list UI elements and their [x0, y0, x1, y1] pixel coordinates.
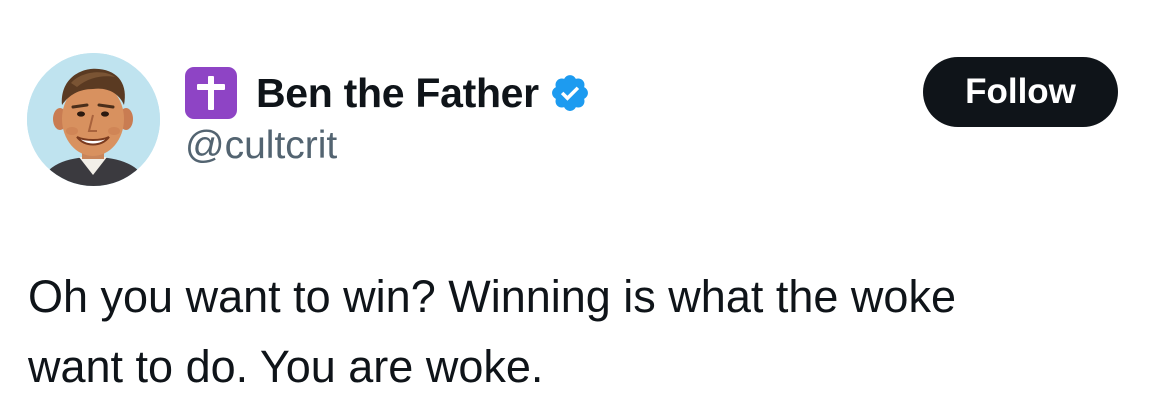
latin-cross-icon: [185, 67, 237, 119]
tweet-card: Ben the Father @cultcrit Follow Oh you w…: [0, 0, 1170, 418]
tweet-text-line: Oh you want to win? Winning is what the …: [28, 271, 956, 322]
verified-badge-icon[interactable]: [549, 72, 591, 114]
avatar[interactable]: [27, 53, 160, 186]
author-display-name[interactable]: Ben the Father: [256, 70, 539, 117]
avatar-portrait-image: [27, 53, 160, 186]
author-handle[interactable]: @cultcrit: [185, 124, 337, 168]
follow-button[interactable]: Follow: [923, 57, 1118, 127]
tweet-text-line: want to do. You are woke.: [28, 341, 544, 392]
tweet-text: Oh you want to win? Winning is what the …: [28, 262, 1138, 402]
author-name-row: Ben the Father: [185, 63, 591, 123]
